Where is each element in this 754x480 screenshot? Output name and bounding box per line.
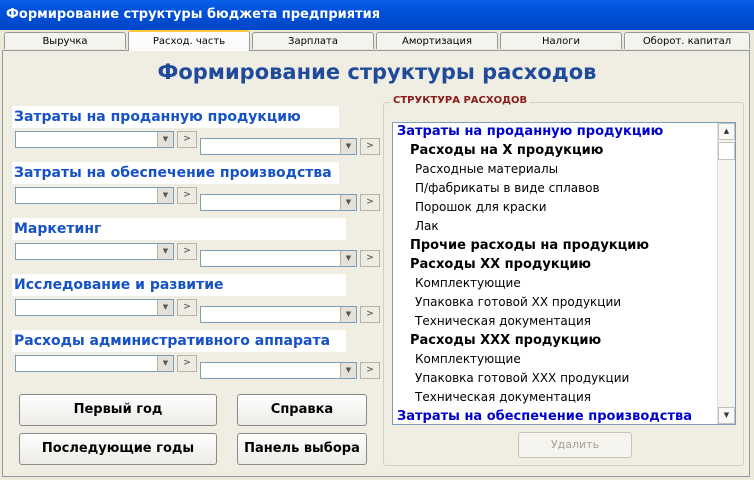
list-item[interactable]: Расходы XXX продукцию bbox=[393, 333, 601, 352]
arrow-up-icon[interactable]: ▲ bbox=[718, 123, 735, 140]
list-item[interactable]: Упаковка готовой XXX продукции bbox=[393, 371, 629, 390]
category-5-subcombo[interactable]: ▼ bbox=[200, 362, 357, 379]
category-1-add-button[interactable]: > bbox=[177, 131, 197, 148]
structure-listbox[interactable]: Затраты на проданную продукцию Расходы н… bbox=[392, 122, 736, 425]
category-4-add-button[interactable]: > bbox=[177, 299, 197, 316]
list-item[interactable]: Техническая документация bbox=[393, 390, 591, 409]
category-admin-label: Расходы административного аппарата bbox=[12, 330, 346, 352]
chevron-down-icon[interactable]: ▼ bbox=[340, 307, 356, 322]
list-item[interactable]: П/фабрикаты в виде сплавов bbox=[393, 181, 600, 200]
list-item[interactable]: Расходы XX продукцию bbox=[393, 257, 591, 276]
category-1-subadd-button[interactable]: > bbox=[360, 138, 380, 155]
select-panel-button[interactable]: Панель выбора bbox=[237, 433, 367, 465]
list-item[interactable]: Порошок для краски bbox=[393, 200, 547, 219]
category-2-subcombo[interactable]: ▼ bbox=[200, 194, 357, 211]
category-3-subadd-button[interactable]: > bbox=[360, 250, 380, 267]
category-3-combo[interactable]: ▼ bbox=[15, 243, 174, 260]
category-5-subadd-button[interactable]: > bbox=[360, 362, 380, 379]
category-3-subcombo[interactable]: ▼ bbox=[200, 250, 357, 267]
chevron-down-icon[interactable]: ▼ bbox=[340, 195, 356, 210]
chevron-down-icon[interactable]: ▼ bbox=[340, 139, 356, 154]
tab-salary[interactable]: Зарплата bbox=[252, 32, 374, 49]
page-title: Формирование структуры расходов bbox=[157, 60, 597, 84]
category-cost-of-sales-label: Затраты на проданную продукцию bbox=[12, 106, 339, 128]
window-title: Формирование структуры бюджета предприят… bbox=[0, 0, 754, 30]
category-5-add-button[interactable]: > bbox=[177, 355, 197, 372]
next-years-button[interactable]: Последующие годы bbox=[19, 433, 217, 465]
category-3-add-button[interactable]: > bbox=[177, 243, 197, 260]
chevron-down-icon[interactable]: ▼ bbox=[340, 251, 356, 266]
chevron-down-icon[interactable]: ▼ bbox=[157, 244, 173, 259]
structure-group-title: СТРУКТУРА РАСХОДОВ bbox=[390, 95, 531, 106]
category-1-combo[interactable]: ▼ bbox=[15, 131, 174, 148]
category-research-label: Исследование и развитие bbox=[12, 274, 346, 296]
list-item[interactable]: Упаковка готовой XX продукции bbox=[393, 295, 621, 314]
list-item[interactable]: Прочие расходы на продукцию bbox=[393, 238, 649, 257]
category-2-combo[interactable]: ▼ bbox=[15, 187, 174, 204]
chevron-down-icon[interactable]: ▼ bbox=[157, 356, 173, 371]
list-item[interactable]: Техническая документация bbox=[393, 314, 591, 333]
category-4-combo[interactable]: ▼ bbox=[15, 299, 174, 316]
list-item[interactable]: Лак bbox=[393, 219, 439, 238]
chevron-down-icon[interactable]: ▼ bbox=[157, 300, 173, 315]
list-item[interactable]: Расходные материалы bbox=[393, 162, 558, 181]
help-button[interactable]: Справка bbox=[237, 394, 367, 426]
chevron-down-icon[interactable]: ▼ bbox=[340, 363, 356, 378]
list-item[interactable]: Комплектующие bbox=[393, 276, 521, 295]
tab-expenses[interactable]: Расход. часть bbox=[128, 30, 250, 51]
category-4-subcombo[interactable]: ▼ bbox=[200, 306, 357, 323]
list-item[interactable]: Комплектующие bbox=[393, 352, 521, 371]
chevron-down-icon[interactable]: ▼ bbox=[157, 132, 173, 147]
tab-strip: Выручка Расход. часть Зарплата Амортизац… bbox=[2, 30, 752, 51]
arrow-down-icon[interactable]: ▼ bbox=[718, 407, 735, 424]
category-production-support-label: Затраты на обеспечение производства bbox=[12, 162, 339, 184]
category-2-add-button[interactable]: > bbox=[177, 187, 197, 204]
category-4-subadd-button[interactable]: > bbox=[360, 306, 380, 323]
tab-revenue[interactable]: Выручка bbox=[4, 32, 126, 49]
category-1-subcombo[interactable]: ▼ bbox=[200, 138, 357, 155]
category-5-combo[interactable]: ▼ bbox=[15, 355, 174, 372]
list-item[interactable]: Расходы на X продукцию bbox=[393, 143, 603, 162]
scrollbar-thumb[interactable] bbox=[718, 142, 735, 160]
list-item[interactable]: Затраты на обеспечение производства bbox=[393, 409, 692, 424]
first-year-button[interactable]: Первый год bbox=[19, 394, 217, 426]
tab-working-capital[interactable]: Оборот. капитал bbox=[624, 32, 750, 49]
structure-scrollbar[interactable]: ▲ ▼ bbox=[717, 123, 735, 424]
category-marketing-label: Маркетинг bbox=[12, 218, 346, 240]
list-item[interactable]: Затраты на проданную продукцию bbox=[393, 124, 663, 143]
chevron-down-icon[interactable]: ▼ bbox=[157, 188, 173, 203]
delete-button[interactable]: Удалить bbox=[518, 432, 632, 458]
tab-depreciation[interactable]: Амортизация bbox=[376, 32, 498, 49]
tab-taxes[interactable]: Налоги bbox=[500, 32, 622, 49]
category-2-subadd-button[interactable]: > bbox=[360, 194, 380, 211]
